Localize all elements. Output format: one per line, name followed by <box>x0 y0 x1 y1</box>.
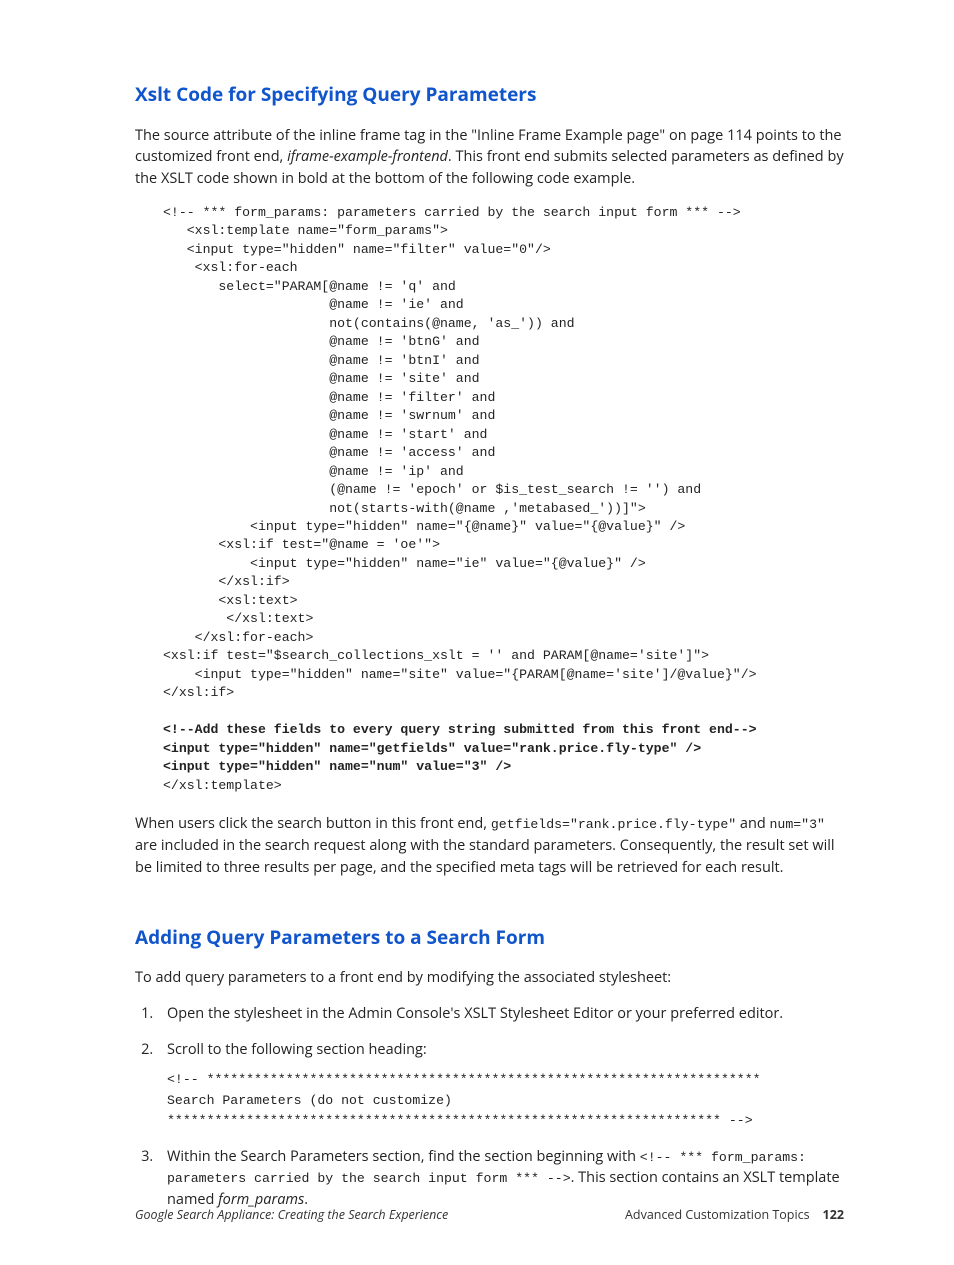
section2-intro: To add query parameters to a front end b… <box>135 967 844 989</box>
page-footer: Google Search Appliance: Creating the Se… <box>135 1206 844 1225</box>
section1-outro-paragraph: When users click the search button in th… <box>135 813 844 878</box>
step-2-code-block: <!-- ***********************************… <box>167 1070 844 1131</box>
step-1-text: Open the stylesheet in the Admin Console… <box>167 1004 783 1023</box>
code-after-bold: </xsl:template> <box>163 778 282 793</box>
outro-code-getfields: getfields="rank.price.fly-type" <box>491 817 736 832</box>
section1-intro-paragraph: The source attribute of the inline frame… <box>135 125 844 190</box>
step-2-text: Scroll to the following section heading: <box>167 1040 427 1059</box>
outro-mid1: and <box>736 814 769 833</box>
code-plain-part: <!-- *** form_params: parameters carried… <box>163 205 757 701</box>
step-3: Within the Search Parameters section, fi… <box>157 1146 844 1211</box>
step-2: Scroll to the following section heading:… <box>157 1039 844 1132</box>
intro-frontend-name: iframe-example-frontend <box>287 147 448 166</box>
footer-doc-title: Google Search Appliance: Creating the Se… <box>135 1206 448 1225</box>
footer-chapter: Advanced Customization Topics <box>625 1206 810 1223</box>
footer-right: Advanced Customization Topics 122 <box>625 1206 844 1225</box>
xslt-code-block: <!-- *** form_params: parameters carried… <box>163 204 844 796</box>
step-3-pre: Within the Search Parameters section, fi… <box>167 1147 640 1166</box>
outro-post: are included in the search request along… <box>135 836 835 877</box>
steps-list: Open the stylesheet in the Admin Console… <box>135 1003 844 1211</box>
spacer <box>135 893 844 923</box>
section-heading-xslt-code: Xslt Code for Specifying Query Parameter… <box>135 80 844 109</box>
section-heading-adding-query-params: Adding Query Parameters to a Search Form <box>135 923 844 952</box>
document-page: Xslt Code for Specifying Query Parameter… <box>0 0 954 1265</box>
outro-code-num: num="3" <box>770 817 825 832</box>
code-bold-part: <!--Add these fields to every query stri… <box>163 722 757 774</box>
footer-page-number: 122 <box>823 1206 844 1223</box>
outro-pre: When users click the search button in th… <box>135 814 491 833</box>
step-1: Open the stylesheet in the Admin Console… <box>157 1003 844 1025</box>
